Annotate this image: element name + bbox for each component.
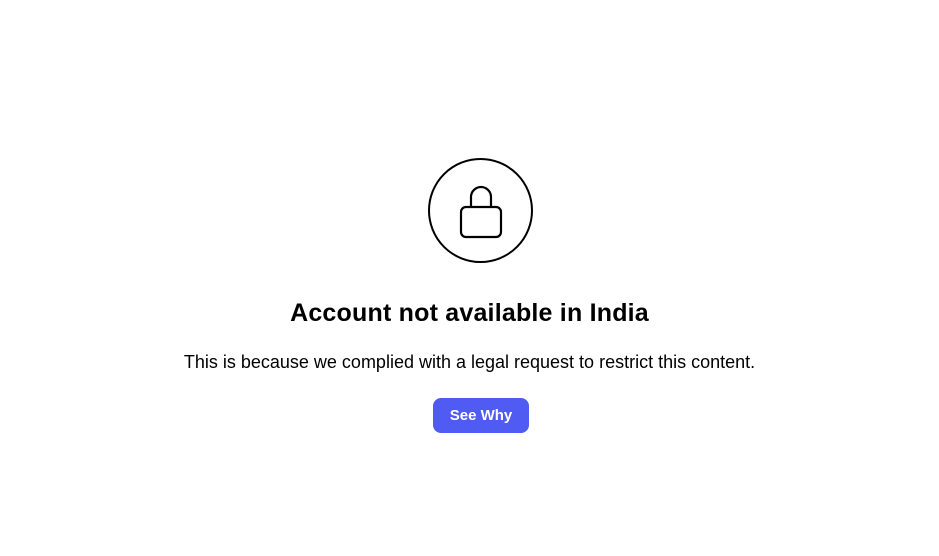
lock-icon-circle [428, 158, 533, 263]
page-title: Account not available in India [290, 299, 649, 327]
restriction-message: This is because we complied with a legal… [183, 352, 756, 372]
restricted-account-page: Account not available in India This is b… [0, 0, 939, 556]
lock-icon [459, 185, 502, 238]
see-why-button[interactable]: See Why [433, 398, 529, 433]
